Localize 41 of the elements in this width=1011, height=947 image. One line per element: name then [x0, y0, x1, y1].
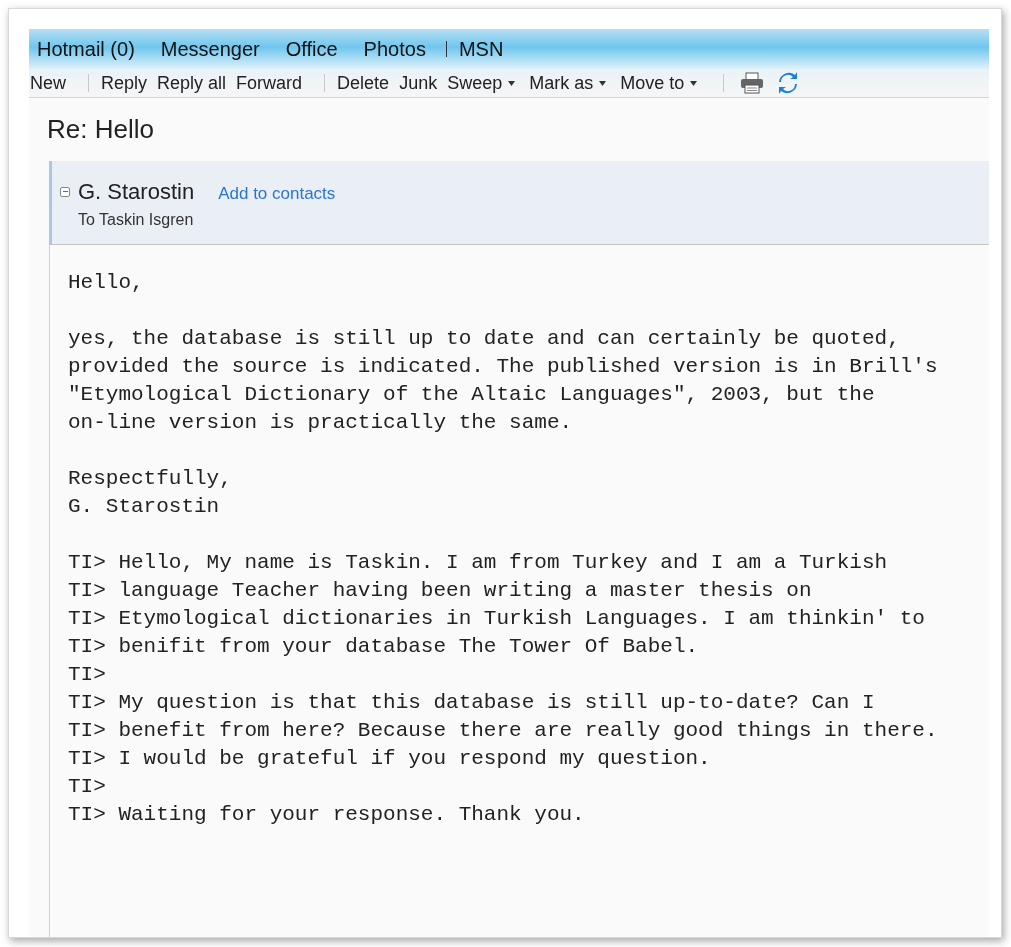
caret-icon: [599, 80, 607, 86]
nav-link[interactable]: MSN: [458, 34, 504, 64]
body-line: on-line version is practically the same.: [68, 410, 574, 436]
body-line: TI> language Teacher having been writing a master thesis on: [68, 578, 813, 604]
message-subject: Re: Hello: [46, 113, 155, 146]
toolbar-button[interactable]: Delete: [337, 69, 390, 97]
toolbar-button[interactable]: Forward: [236, 69, 303, 97]
body-line: Hello,: [68, 270, 145, 296]
nav-link[interactable]: Office: [285, 34, 338, 64]
toolbar-button[interactable]: Junk: [399, 69, 438, 97]
collapse-icon[interactable]: [60, 186, 70, 197]
body-line: TI>: [68, 662, 107, 688]
body-line: TI> benefit from here? Because there are really good things in there.: [68, 718, 939, 744]
body-line: TI> Hello, My name is Taskin. I am from Turkey and I am a Turkish: [68, 550, 889, 576]
toolbar-button[interactable]: Reply: [101, 69, 148, 97]
toolbar-dropdown[interactable]: Sweep: [447, 69, 516, 97]
body-line: TI> benifit from your database The Tower Of Babel.: [68, 634, 700, 660]
body-line: Respectfully,: [68, 466, 233, 492]
toolbar-button[interactable]: Reply all: [157, 69, 227, 97]
toolbar-dropdown[interactable]: Mark as: [529, 69, 607, 97]
printer-icon[interactable]: [740, 72, 765, 95]
nav-link[interactable]: Hotmail (0): [37, 34, 135, 64]
body-line: TI> Etymological dictionaries in Turkish Languages. I am thinkin' to: [68, 606, 926, 632]
body-line: G. Starostin: [68, 494, 221, 520]
sender-name: G. Starostin: [78, 178, 195, 206]
caret-icon: [508, 80, 516, 86]
toolbar-dropdown[interactable]: Move to: [620, 69, 698, 97]
refresh-icon[interactable]: [778, 71, 799, 96]
body-line: TI> Waiting for your response. Thank you.: [68, 802, 586, 828]
add-to-contacts-link[interactable]: Add to contacts: [218, 181, 336, 207]
toolbar-button[interactable]: New: [30, 69, 66, 97]
body-line: TI> I would be grateful if you respond my question.: [68, 746, 712, 772]
nav-link[interactable]: Photos: [363, 34, 426, 64]
body-line: provided the source is indicated. The published version is in Brill's: [68, 354, 939, 380]
body-line: TI> My question is that this database is still up-to-date? Can I: [68, 690, 876, 716]
recipient-line: To Taskin Isgren: [77, 210, 195, 230]
nav-link[interactable]: Messenger: [160, 34, 260, 64]
body-line: "Etymological Dictionary of the Altaic Languages", 2003, but the: [68, 382, 876, 408]
body-line: yes, the database is still up to date and can certainly be quoted,: [68, 326, 901, 352]
caret-icon: [690, 80, 698, 86]
body-line: TI>: [68, 774, 107, 800]
